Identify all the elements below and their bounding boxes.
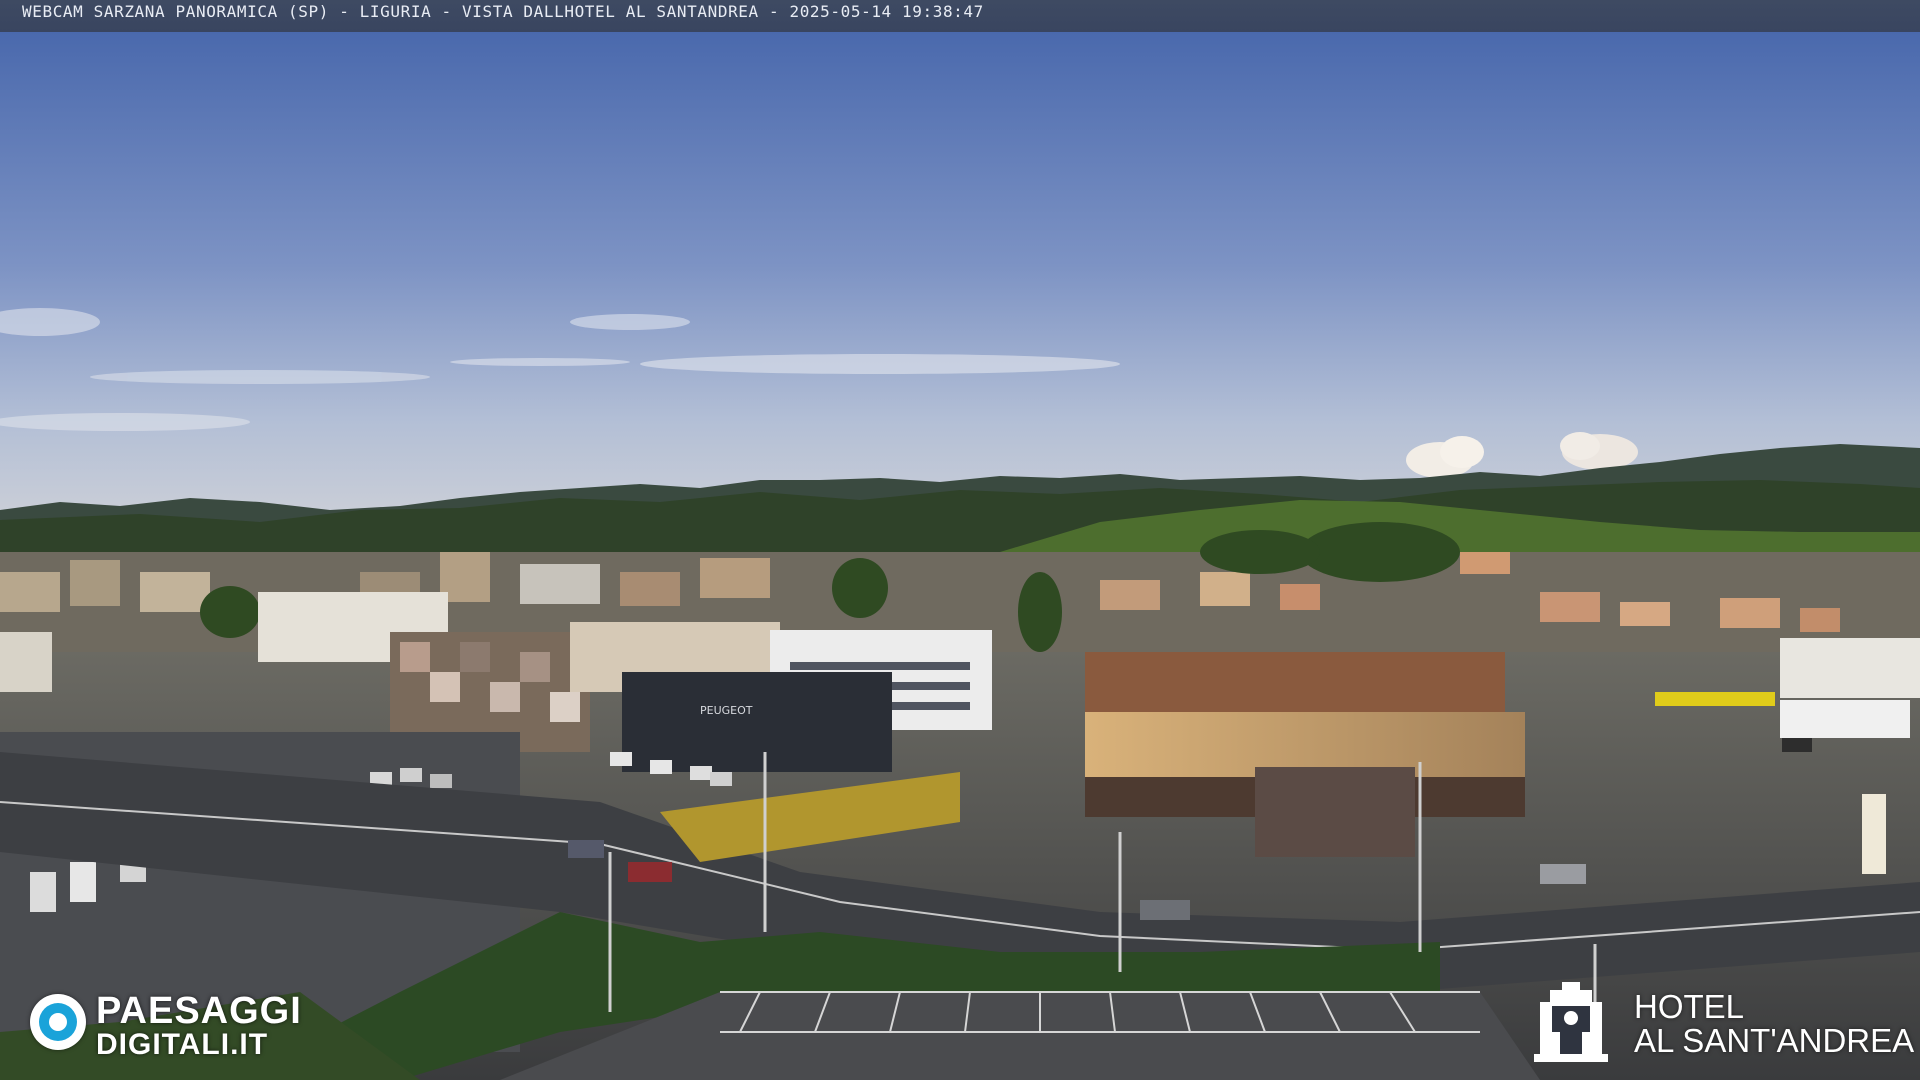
truck bbox=[1780, 700, 1910, 738]
dealership-sign: PEUGEOT bbox=[700, 704, 753, 717]
entrance-ramps bbox=[1255, 767, 1415, 857]
caption-bar: WEBCAM SARZANA PANORAMICA (SP) - LIGURIA… bbox=[0, 0, 1920, 32]
scene-svg: PEUGEOT bbox=[0, 32, 1920, 1080]
webcam-image: PEUGEOT bbox=[0, 32, 1920, 1080]
webcam-frame: WEBCAM SARZANA PANORAMICA (SP) - LIGURIA… bbox=[0, 0, 1920, 1080]
logo-right-line1: HOTEL bbox=[1634, 988, 1745, 1025]
car bbox=[628, 862, 672, 882]
dealership-building bbox=[622, 672, 892, 772]
warehouse-right bbox=[1780, 638, 1920, 698]
hotel-emblem-icon bbox=[1534, 982, 1608, 1062]
car bbox=[1540, 864, 1586, 884]
sign-totem bbox=[1862, 794, 1886, 874]
hotel-logo: HOTEL AL SANT'ANDREA bbox=[1534, 978, 1914, 1068]
eye-logo-icon bbox=[30, 994, 86, 1050]
truck-cab bbox=[1782, 738, 1812, 752]
yellow-banner bbox=[1655, 692, 1775, 706]
logo-right-line2: AL SANT'ANDREA bbox=[1634, 1022, 1915, 1059]
logo-left-line2: DIGITALI.IT bbox=[96, 1028, 269, 1061]
building-far-left bbox=[0, 632, 52, 692]
caption-text: WEBCAM SARZANA PANORAMICA (SP) - LIGURIA… bbox=[22, 2, 984, 21]
car bbox=[568, 840, 604, 858]
car bbox=[1140, 900, 1190, 920]
logo-left-line1: PAESAGGI bbox=[96, 990, 302, 1032]
paesaggi-digitali-logo: PAESAGGI DIGITALI.IT bbox=[30, 990, 350, 1062]
restaurant-complex-upper bbox=[1085, 652, 1505, 722]
